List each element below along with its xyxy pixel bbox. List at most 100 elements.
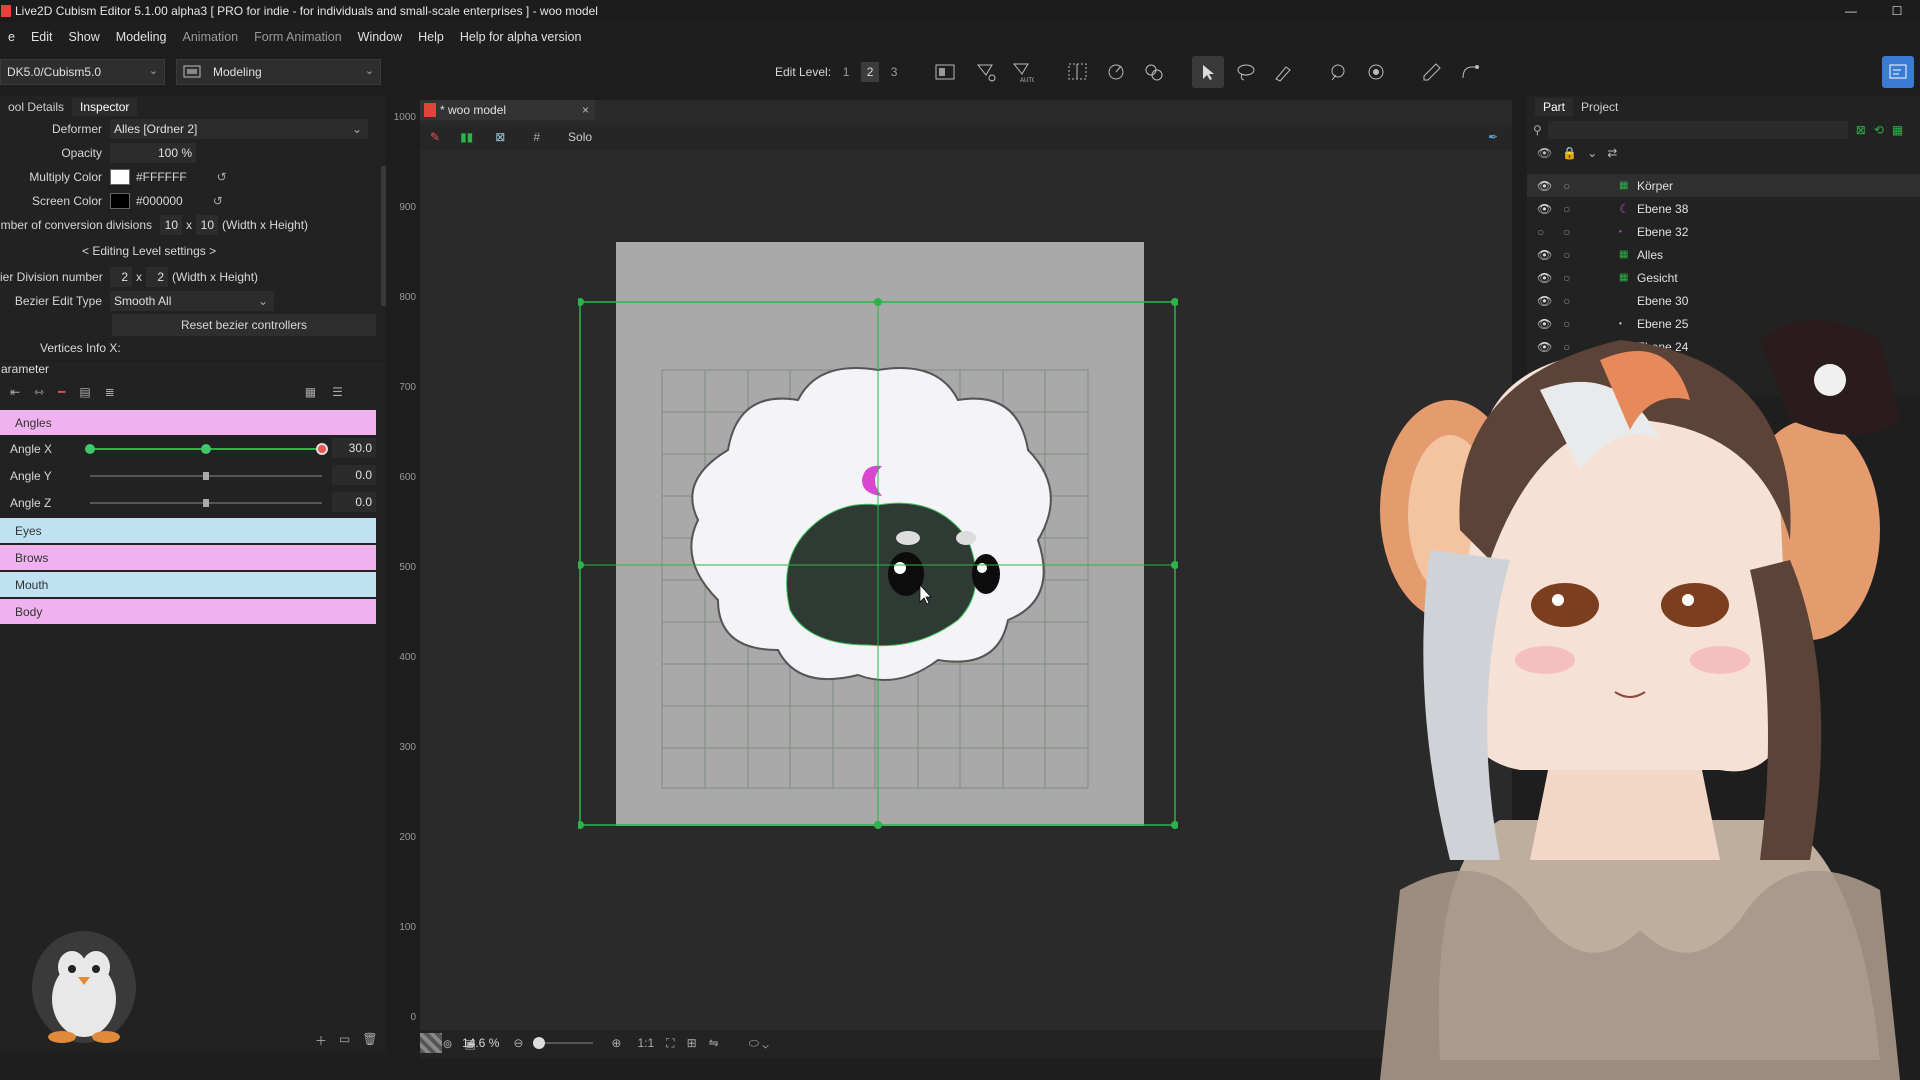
part-row[interactable]: ○ ○ • Ebene 32 <box>1527 220 1920 243</box>
flip-icon[interactable]: ⇋ <box>709 1036 719 1050</box>
table-icon[interactable]: ▦ <box>305 385 316 399</box>
group-angles[interactable]: Angles <box>0 410 376 435</box>
menu-show[interactable]: Show <box>61 30 108 44</box>
screen-color-swatch[interactable] <box>110 193 130 209</box>
tab-inspector[interactable]: Inspector <box>72 98 138 116</box>
mesh-edit-icon[interactable] <box>970 56 1002 88</box>
edit-level-2[interactable]: 2 <box>861 62 880 82</box>
eye-off-icon[interactable]: ○ <box>1537 225 1544 239</box>
connect-icon[interactable] <box>1454 56 1486 88</box>
angle-y-slider[interactable] <box>90 472 322 480</box>
swap-icon[interactable]: ⇄ <box>1607 146 1617 160</box>
angle-x-value[interactable]: 30.0 <box>332 438 376 458</box>
arrow-select-icon[interactable] <box>1192 56 1224 88</box>
lock-toggle-icon[interactable]: ○ <box>1563 271 1570 285</box>
screen-color-value[interactable]: #000000 <box>136 194 183 208</box>
menu-window[interactable]: Window <box>350 30 410 44</box>
multiply-color-swatch[interactable] <box>110 169 130 185</box>
new-part-icon[interactable]: ⊠ <box>1856 123 1866 137</box>
glue-icon[interactable] <box>1138 56 1170 88</box>
expand-icon[interactable]: ⇿ <box>34 385 44 399</box>
eye-icon[interactable]: 👁 <box>1537 179 1552 193</box>
angle-x-slider[interactable] <box>85 443 328 455</box>
key-start-dot[interactable] <box>85 444 95 454</box>
key-mid-dot[interactable] <box>201 444 211 454</box>
part-row[interactable]: 👁 ○ ▦ Gesicht <box>1527 266 1920 289</box>
model-canvas[interactable] <box>578 240 1178 830</box>
eye-icon[interactable]: 👁 <box>1537 271 1552 285</box>
workspace-select[interactable]: DK5.0/Cubism5.0 ⌄ <box>0 59 165 85</box>
part-row[interactable]: 👁 ○ ▦ Alles <box>1527 243 1920 266</box>
chevron-down-icon[interactable]: ⌄ <box>1587 146 1597 160</box>
list-view-icon[interactable]: ▤ <box>79 385 90 399</box>
deformer-grid-icon[interactable] <box>1062 56 1094 88</box>
rotation-deformer-icon[interactable] <box>1100 56 1132 88</box>
multiply-color-value[interactable]: #FFFFFF <box>136 170 187 184</box>
link-icon[interactable]: ⟲ <box>1874 123 1884 137</box>
eye-icon[interactable]: 👁 <box>1537 146 1552 160</box>
zoom-value[interactable]: 14.6 % <box>462 1036 499 1050</box>
tab-tool-details[interactable]: ool Details <box>0 98 72 116</box>
add-parameter-icon[interactable]: ＋ <box>315 1032 327 1049</box>
eye-icon[interactable]: 👁 <box>1537 248 1552 262</box>
target-icon[interactable] <box>1360 56 1392 88</box>
collapse-icon[interactable]: ⇤ <box>10 385 20 399</box>
menu-form-animation[interactable]: Form Animation <box>246 30 350 44</box>
angle-x-knob[interactable] <box>316 443 328 455</box>
reset-icon[interactable]: ↺ <box>213 194 223 208</box>
minimize-icon[interactable]: — <box>1828 0 1874 22</box>
menu-animation[interactable]: Animation <box>175 30 247 44</box>
search-icon[interactable]: ⚲ <box>1533 123 1542 137</box>
lock-toggle-icon[interactable]: ○ <box>1563 248 1570 262</box>
deformer-select[interactable]: Alles [Ordner 2] ⌄ <box>110 119 368 139</box>
lock-icon[interactable]: 🔒 <box>1562 146 1577 160</box>
part-row[interactable]: 👁 ○ ▦ Körper <box>1527 174 1920 197</box>
actual-size-button[interactable]: 1:1 <box>637 1036 654 1050</box>
opacity-field[interactable]: 100 % <box>110 143 196 163</box>
edit-level-1[interactable]: 1 <box>837 62 855 82</box>
angle-z-slider[interactable] <box>90 499 322 507</box>
menu-file[interactable]: e <box>0 30 23 44</box>
bezier-width-input[interactable]: 2 <box>110 267 132 287</box>
edit-level-3[interactable]: 3 <box>885 62 903 82</box>
part-row[interactable]: 👁 ○ ☾ Ebene 38 <box>1527 197 1920 220</box>
menu-edit[interactable]: Edit <box>23 30 61 44</box>
texture-atlas-icon[interactable] <box>930 56 962 88</box>
pin-icon[interactable]: ✎ <box>430 130 440 144</box>
menu-modeling[interactable]: Modeling <box>108 30 175 44</box>
fit-screen-icon[interactable]: ⛶ <box>666 1036 674 1051</box>
lock-toggle-icon[interactable]: ○ <box>1563 202 1570 216</box>
lock-toggle-icon[interactable]: ○ <box>1563 179 1570 193</box>
menu-help-alpha[interactable]: Help for alpha version <box>452 30 590 44</box>
zoom-in-icon[interactable]: ⊕ <box>611 1036 621 1050</box>
menu-help[interactable]: Help <box>410 30 452 44</box>
reset-icon[interactable]: ↺ <box>217 170 227 184</box>
angle-y-knob[interactable] <box>203 472 209 480</box>
auto-mesh-icon[interactable]: AUTO <box>1006 56 1038 88</box>
transform-icon[interactable] <box>1322 56 1354 88</box>
close-icon[interactable]: × <box>582 103 589 117</box>
display-toggle-icon[interactable]: ⬭ ⌄ <box>749 1036 769 1051</box>
folder-add-icon[interactable]: ▦ <box>1892 123 1903 137</box>
zoom-slider[interactable] <box>533 1037 594 1049</box>
reset-bezier-button[interactable]: Reset bezier controllers <box>112 314 376 336</box>
group-body[interactable]: Body <box>0 599 376 624</box>
mode-select[interactable]: Modeling ⌄ <box>176 59 381 85</box>
tab-part[interactable]: Part <box>1535 98 1574 116</box>
trash-icon[interactable]: 🗑 <box>362 1032 377 1049</box>
menu-icon[interactable]: ☰ <box>332 385 343 399</box>
eyedropper-icon[interactable]: ✒ <box>1488 130 1498 144</box>
conversion-height-input[interactable]: 10 <box>196 215 218 235</box>
solo-toggle[interactable]: Solo <box>568 130 592 144</box>
blend-icon[interactable]: ▮▮ <box>460 130 473 144</box>
delete-key-icon[interactable]: ━ <box>58 385 65 399</box>
grid-toggle-icon[interactable]: # <box>533 130 540 144</box>
folder-icon[interactable]: ▭ <box>339 1032 350 1049</box>
checker-toggle-icon[interactable] <box>420 1033 442 1053</box>
fit-icon[interactable]: ⊠ <box>495 130 505 144</box>
document-tab[interactable]: * woo model × <box>420 100 595 120</box>
grid-view-icon[interactable]: ≣ <box>105 385 115 399</box>
tab-project[interactable]: Project <box>1573 98 1626 116</box>
inspector-scrollbar[interactable] <box>381 166 386 306</box>
angle-z-value[interactable]: 0.0 <box>332 492 376 512</box>
